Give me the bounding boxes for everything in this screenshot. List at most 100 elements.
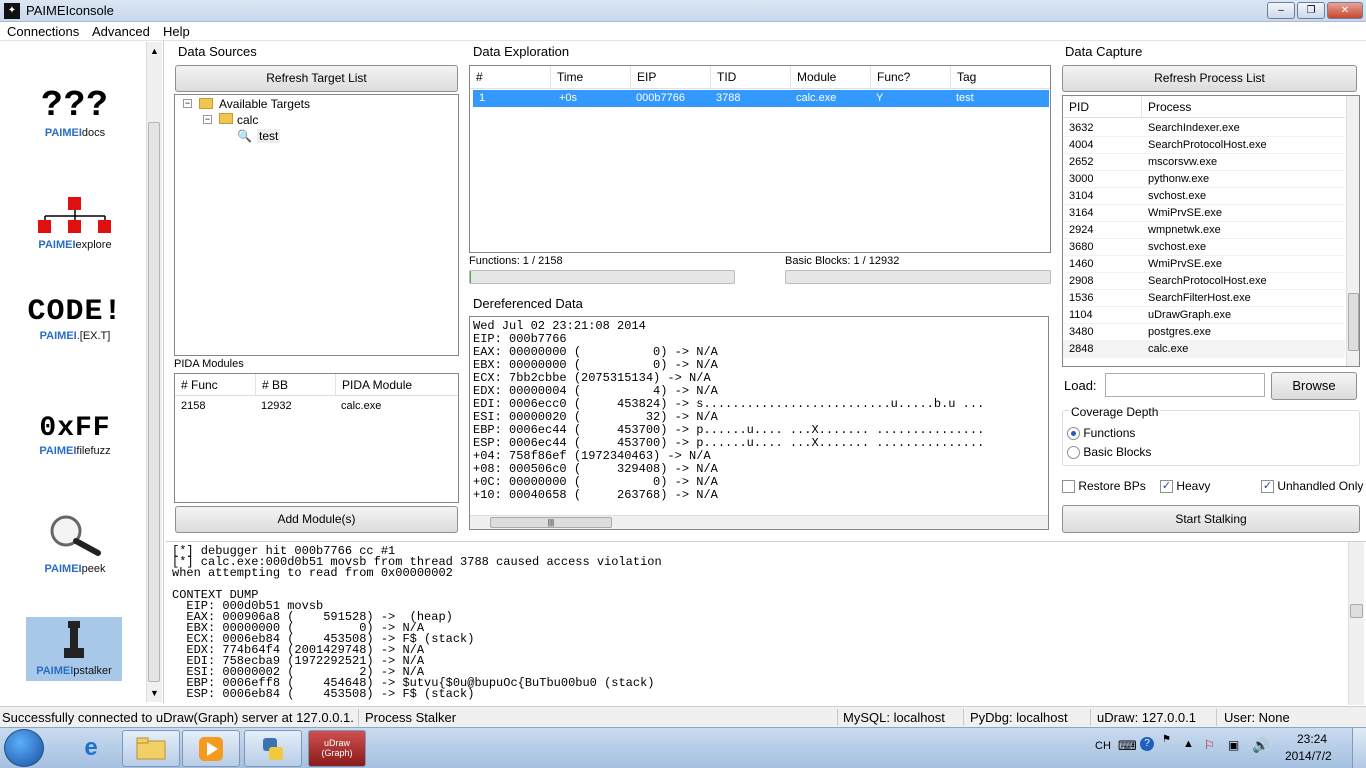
- python-icon[interactable]: [244, 730, 302, 767]
- restore-bps-box[interactable]: [1062, 480, 1075, 494]
- col-tid[interactable]: TID: [710, 66, 736, 88]
- sidebar-scroll-thumb[interactable]: [148, 122, 160, 682]
- tray-expand-icon[interactable]: ▲: [1183, 738, 1194, 750]
- table-row[interactable]: 2924 wmpnetwk.exe: [1063, 222, 1345, 239]
- heavy-box[interactable]: ✓: [1160, 480, 1173, 494]
- col-pid[interactable]: PID: [1063, 96, 1089, 117]
- cell-time: +0s: [559, 92, 578, 104]
- load-input[interactable]: [1105, 373, 1265, 397]
- col-func[interactable]: Func?: [870, 66, 910, 88]
- udraw-icon[interactable]: uDraw (Graph): [308, 730, 366, 767]
- table-row[interactable]: 2908 SearchProtocolHost.exe: [1063, 273, 1345, 290]
- clock-date[interactable]: 2014/7/2: [1285, 749, 1332, 763]
- show-desktop-button[interactable]: [1352, 728, 1366, 768]
- table-row[interactable]: 1104 uDrawGraph.exe: [1063, 307, 1345, 324]
- restore-bps-check[interactable]: Restore BPs: [1062, 479, 1146, 494]
- clock-time[interactable]: 23:24: [1297, 732, 1327, 746]
- table-row[interactable]: 3632 SearchIndexer.exe: [1063, 120, 1345, 137]
- table-row[interactable]: 3480 postgres.exe: [1063, 324, 1345, 341]
- tool-pstalker[interactable]: PAIMEIpstalker: [26, 617, 122, 681]
- volume-icon[interactable]: 🔊: [1252, 737, 1269, 754]
- tool-docs[interactable]: ??? PAIMEIdocs: [20, 85, 130, 139]
- tool-peek[interactable]: PAIMEIpeek: [20, 511, 130, 575]
- minimize-icon[interactable]: ‒: [1267, 2, 1295, 19]
- table-row[interactable]: 3164 WmiPrvSE.exe: [1063, 205, 1345, 222]
- col-func[interactable]: # Func: [175, 374, 218, 395]
- menu-advanced[interactable]: Advanced: [92, 24, 150, 39]
- heavy-check[interactable]: ✓ Heavy: [1160, 479, 1210, 494]
- dereferenced-data-view[interactable]: Wed Jul 02 23:21:08 2014 EIP: 000b7766 EAX…: [469, 316, 1049, 530]
- keyboard-icon[interactable]: ⌨: [1118, 738, 1137, 754]
- table-row[interactable]: 1 +0s 000b7766 3788 calc.exe Y test: [473, 90, 1049, 107]
- browse-button[interactable]: Browse: [1271, 372, 1357, 400]
- start-stalking-button[interactable]: Start Stalking: [1062, 505, 1360, 533]
- action-center-icon[interactable]: ⚑: [1162, 734, 1171, 745]
- add-modules-button[interactable]: Add Module(s): [175, 506, 458, 533]
- start-button[interactable]: [4, 729, 44, 767]
- table-row[interactable]: 3000 pythonw.exe: [1063, 171, 1345, 188]
- chess-piece-icon: [64, 621, 84, 658]
- cell-eip: 000b7766: [636, 92, 685, 104]
- refresh-process-list-button[interactable]: Refresh Process List: [1062, 65, 1357, 92]
- cell-tid: 3788: [716, 92, 741, 104]
- load-label: Load:: [1064, 378, 1097, 393]
- flag-icon[interactable]: ⚐: [1204, 738, 1215, 752]
- col-process[interactable]: Process: [1141, 96, 1191, 117]
- ie-icon[interactable]: e: [62, 730, 120, 767]
- process-scrollbar[interactable]: [1346, 96, 1359, 366]
- table-row[interactable]: 2158 12932 calc.exe: [175, 398, 458, 415]
- col-bb[interactable]: # BB: [255, 374, 288, 395]
- close-icon[interactable]: ✕: [1327, 2, 1363, 19]
- table-row[interactable]: 2848 calc.exe: [1063, 341, 1345, 358]
- collapse-icon[interactable]: −: [183, 99, 192, 108]
- cell-process: SearchIndexer.exe: [1148, 122, 1240, 134]
- collapse-icon[interactable]: −: [203, 115, 212, 124]
- refresh-target-list-button[interactable]: Refresh Target List: [175, 65, 458, 92]
- col-tag[interactable]: Tag: [950, 66, 976, 88]
- table-row[interactable]: 3104 svchost.exe: [1063, 188, 1345, 205]
- language-indicator[interactable]: CH: [1095, 740, 1111, 752]
- radio-functions-dot[interactable]: [1067, 427, 1080, 441]
- network-icon[interactable]: ▣: [1228, 738, 1239, 752]
- log-scrollbar[interactable]: [1348, 542, 1364, 705]
- media-player-icon[interactable]: [182, 730, 240, 767]
- col-module[interactable]: Module: [790, 66, 836, 88]
- table-row[interactable]: 2652 mscorsvw.exe: [1063, 154, 1345, 171]
- radio-functions[interactable]: Functions: [1067, 426, 1135, 441]
- tree-root[interactable]: Available Targets: [219, 97, 310, 111]
- col-index[interactable]: #: [470, 66, 483, 88]
- maximize-icon[interactable]: ❐: [1297, 2, 1325, 19]
- help-icon[interactable]: ?: [1140, 737, 1154, 751]
- tool-docs-label: PAIMEIdocs: [44, 127, 106, 139]
- menu-help[interactable]: Help: [163, 24, 190, 39]
- explorer-icon[interactable]: [122, 730, 180, 767]
- process-scroll-thumb[interactable]: [1348, 293, 1359, 351]
- unhandled-only-check[interactable]: ✓ Unhandled Only: [1261, 479, 1364, 494]
- deref-hscroll-thumb[interactable]: |||: [490, 517, 612, 528]
- radio-basic-blocks-dot[interactable]: [1067, 446, 1080, 460]
- radio-basic-blocks[interactable]: Basic Blocks: [1067, 445, 1151, 460]
- col-eip[interactable]: EIP: [630, 66, 656, 88]
- search-icon: 🔍: [237, 129, 252, 143]
- menu-connections[interactable]: Connections: [7, 24, 79, 39]
- table-row[interactable]: 1460 WmiPrvSE.exe: [1063, 256, 1345, 273]
- deref-hscrollbar[interactable]: |||: [470, 515, 1048, 529]
- tool-explore[interactable]: PAIMEIexplore: [20, 195, 130, 251]
- log-output[interactable]: [*] debugger hit 000b7766 cc #1 [*] calc.…: [166, 541, 1366, 705]
- scroll-up-icon[interactable]: ▲: [150, 46, 159, 56]
- tree-test[interactable]: test: [257, 129, 281, 143]
- tool-filefuzz[interactable]: 0xFF PAIMEIfilefuzz: [20, 413, 130, 457]
- tool-ext[interactable]: CODE! PAIMEI.[EX.T]: [20, 295, 130, 342]
- col-time[interactable]: Time: [550, 66, 583, 88]
- unhandled-only-box[interactable]: ✓: [1261, 480, 1274, 494]
- log-scroll-thumb[interactable]: [1350, 604, 1363, 618]
- cell-module: calc.exe: [796, 92, 837, 104]
- col-module[interactable]: PIDA Module: [335, 374, 412, 395]
- table-row[interactable]: 3680 svchost.exe: [1063, 239, 1345, 256]
- cell-process: WmiPrvSE.exe: [1148, 258, 1222, 270]
- table-row[interactable]: 1536 SearchFilterHost.exe: [1063, 290, 1345, 307]
- tree-calc[interactable]: calc: [237, 113, 258, 127]
- unhandled-only-label: Unhandled Only: [1277, 479, 1364, 493]
- table-row[interactable]: 4004 SearchProtocolHost.exe: [1063, 137, 1345, 154]
- scroll-down-icon[interactable]: ▼: [150, 688, 159, 698]
